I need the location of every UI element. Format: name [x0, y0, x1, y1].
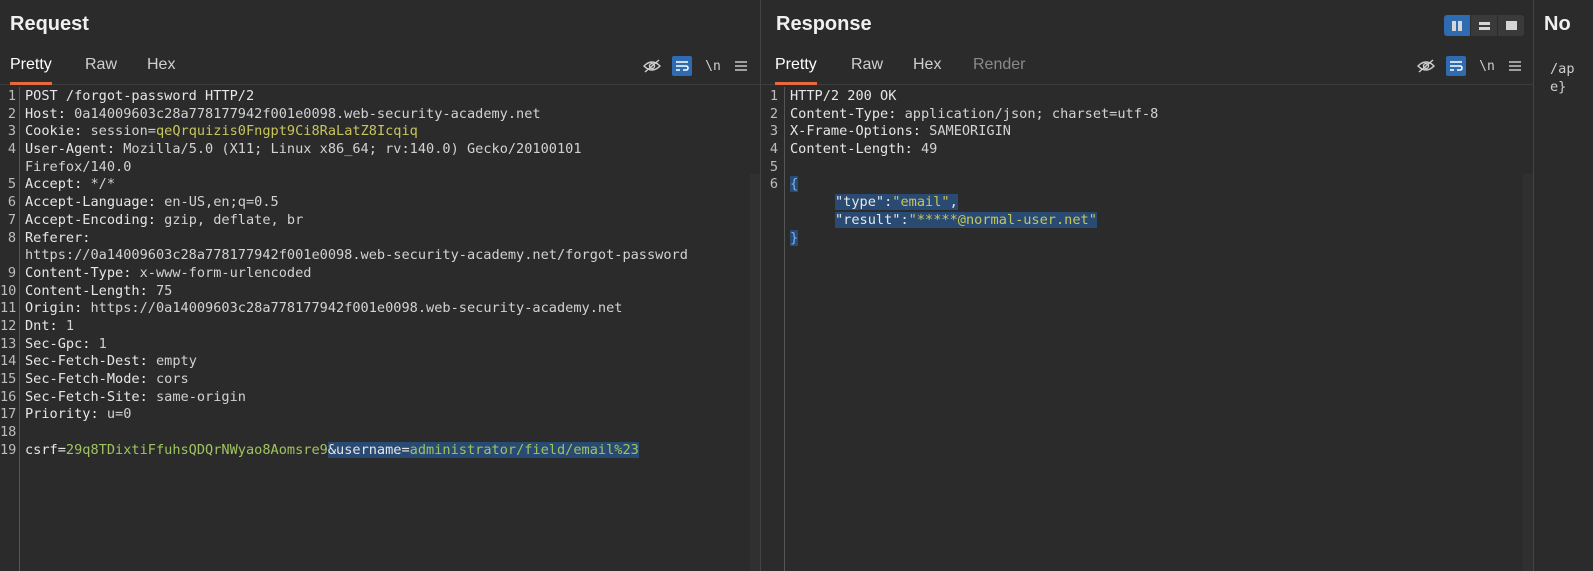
request-line: 15 Sec-Fetch-Mode: cors	[0, 371, 189, 387]
response-json-line: "type":"email",	[761, 194, 1533, 212]
response-line: 3 X-Frame-Options: SAMEORIGIN	[769, 123, 1011, 140]
request-line: 14 Sec-Fetch-Dest: empty	[0, 353, 197, 370]
response-line: 1 HTTP/2 200 OK	[769, 88, 897, 104]
username-value: administrator/field/email%23	[409, 441, 639, 458]
request-line: 13 Sec-Gpc: 1	[0, 335, 107, 352]
json-type-value: "email"	[892, 194, 950, 211]
request-tab-raw[interactable]: Raw	[85, 56, 117, 85]
request-tabs: Pretty Raw Hex \n	[0, 48, 760, 85]
request-line: 8 Referer:	[7, 229, 99, 246]
response-line: 5	[769, 158, 778, 175]
request-line: 11 Origin: https://0a14009603c28a77817794…	[0, 300, 623, 317]
json-open-brace: {	[790, 176, 799, 193]
request-line: https://0a14009603c28a778177942f001e0098…	[25, 247, 688, 264]
request-line: 16 Sec-Fetch-Site: same-origin	[0, 388, 246, 405]
hamburger-menu-icon[interactable]	[731, 56, 751, 76]
hamburger-menu-icon[interactable]	[1505, 56, 1525, 76]
request-line: 7 Accept-Encoding: gzip, deflate, br	[7, 211, 304, 228]
response-tab-pretty[interactable]: Pretty	[775, 56, 817, 85]
request-line: 2 Host: 0a14009603c28a778177942f001e0098.…	[7, 105, 541, 122]
split-vertical-icon[interactable]	[1471, 15, 1497, 36]
response-tabs: Pretty Raw Hex Render \n	[761, 48, 1533, 85]
split-horizontal-icon[interactable]	[1444, 15, 1470, 36]
response-scrollbar[interactable]	[1523, 174, 1533, 571]
response-line: 6{	[769, 176, 799, 193]
response-title: Response	[776, 13, 872, 35]
response-json-line: "result":"*****@normal-user.net"	[761, 211, 1533, 230]
response-tab-raw[interactable]: Raw	[851, 56, 883, 85]
word-wrap-icon[interactable]	[1446, 56, 1466, 76]
request-line: 12 Dnt: 1	[0, 317, 75, 334]
request-line: 5 Accept: */*	[7, 176, 116, 193]
session-cookie-value: qeQrquizis0Fngpt9Ci8RaLatZ8Icqiq	[155, 123, 418, 140]
response-tab-hex[interactable]: Hex	[913, 56, 941, 85]
request-line: 1 POST /forgot-password HTTP/2	[7, 88, 255, 104]
request-tab-hex[interactable]: Hex	[147, 56, 175, 85]
response-toolbar: \n	[1416, 56, 1526, 76]
request-body-line: 19 csrf=29q8TDixtiFfuhsQDQrNWyao8Aomsre9&…	[0, 441, 639, 458]
eye-off-icon[interactable]	[1416, 56, 1436, 76]
request-line: 18	[0, 424, 17, 441]
request-scrollbar[interactable]	[750, 174, 760, 571]
newline-toggle[interactable]: \n	[703, 56, 723, 76]
notes-title: No	[1544, 13, 1571, 35]
request-line: 10 Content-Length: 75	[0, 282, 173, 299]
notes-content: /ap e}	[1550, 61, 1575, 95]
response-tab-render[interactable]: Render	[973, 56, 1025, 85]
word-wrap-icon[interactable]	[672, 56, 692, 76]
response-editor[interactable]: 1 HTTP/2 200 OK 2 Content-Type: applicatio…	[761, 87, 1533, 571]
request-tab-pretty[interactable]: Pretty	[10, 56, 52, 85]
request-title: Request	[10, 13, 89, 35]
request-line: 3 Cookie: session=qeQrquizis0Fngpt9Ci8RaL…	[7, 123, 418, 140]
request-panel: Request Pretty Raw Hex \n 1 POST /forgot-…	[0, 0, 760, 571]
response-line: 2 Content-Type: application/json; charset…	[769, 105, 1159, 122]
request-line: 9 Content-Type: x-www-form-urlencoded	[7, 264, 312, 281]
request-line: 17 Priority: u=0	[0, 406, 132, 423]
response-line: 4 Content-Length: 49	[769, 141, 938, 158]
request-editor[interactable]: 1 POST /forgot-password HTTP/2 2 Host: 0a1…	[0, 87, 760, 571]
newline-toggle[interactable]: \n	[1477, 56, 1497, 76]
request-line: 6 Accept-Language: en-US,en;q=0.5	[7, 194, 279, 211]
selected-text: &username=administrator/field/email%23	[327, 441, 639, 458]
notes-panel: No /ap e}	[1534, 0, 1593, 571]
selected-text: "type":"email",	[835, 194, 958, 211]
response-panel: Response Pretty Raw Hex Render \n 1 HTTP/…	[761, 0, 1533, 571]
json-close-brace: }	[790, 229, 799, 246]
selected-text: "result":"*****@normal-user.net"	[835, 211, 1097, 228]
layout-toggle-group	[1444, 15, 1524, 36]
single-pane-icon[interactable]	[1498, 15, 1524, 36]
eye-off-icon[interactable]	[642, 56, 662, 76]
request-line: 4 User-Agent: Mozilla/5.0 (X11; Linux x86…	[7, 141, 582, 158]
request-toolbar: \n	[642, 56, 752, 76]
response-json-line: }	[761, 229, 1533, 248]
request-line: Firefox/140.0	[25, 158, 132, 175]
csrf-token-value: 29q8TDixtiFfuhsQDQrNWyao8Aomsre9	[65, 441, 328, 458]
json-result-value: "*****@normal-user.net"	[908, 211, 1097, 228]
